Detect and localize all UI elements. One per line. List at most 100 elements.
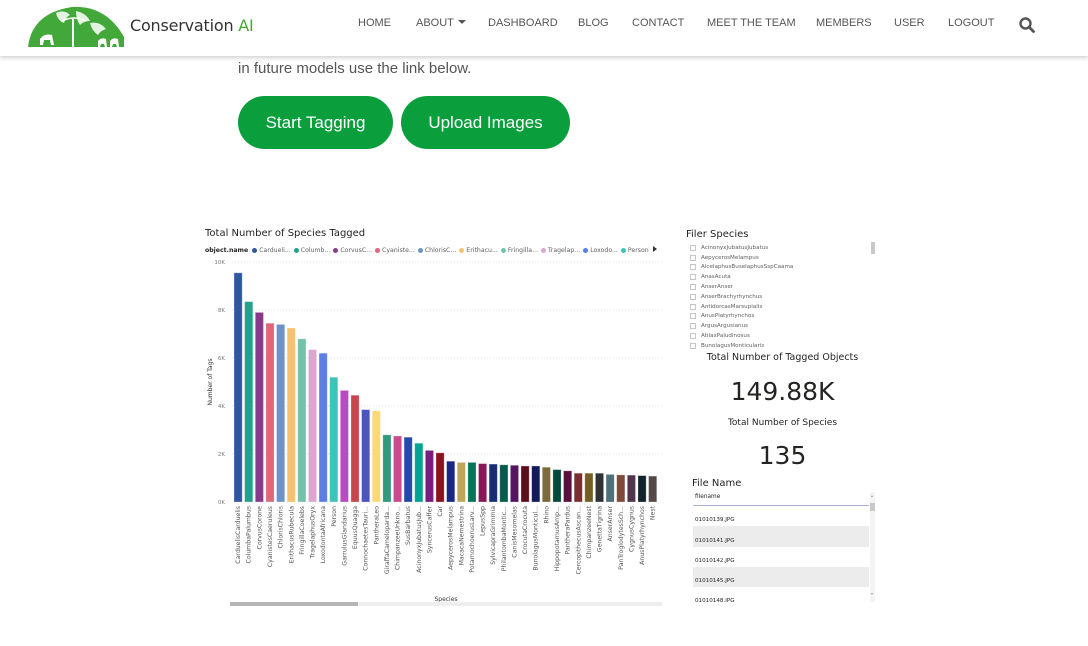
bar[interactable] — [552, 469, 562, 503]
chart-horizontal-scrollbar[interactable] — [230, 602, 662, 606]
nav-members[interactable]: MEMBERS — [816, 17, 872, 29]
bar[interactable] — [488, 463, 498, 503]
bar[interactable] — [456, 461, 466, 503]
bar[interactable] — [424, 449, 434, 503]
checkbox[interactable] — [690, 323, 696, 330]
nav-meet-the-team[interactable]: MEET THE TEAM — [707, 17, 796, 29]
checkbox[interactable] — [690, 264, 696, 271]
nav-dashboard[interactable]: DASHBOARD — [488, 17, 558, 29]
bar[interactable] — [297, 338, 307, 503]
bar[interactable] — [403, 436, 413, 503]
upload-images-button[interactable]: Upload Images — [401, 96, 570, 149]
legend-next-arrow-icon[interactable] — [653, 246, 657, 252]
bar[interactable] — [605, 473, 615, 503]
bar[interactable] — [382, 434, 392, 503]
legend-entry[interactable]: Columb... — [293, 247, 330, 254]
bar[interactable] — [265, 322, 275, 503]
legend-entry[interactable]: Cardueli... — [252, 247, 291, 254]
checkbox[interactable] — [690, 333, 696, 340]
start-tagging-button[interactable]: Start Tagging — [238, 96, 393, 149]
legend-entry[interactable]: Fringilla... — [500, 247, 538, 254]
filter-species-item[interactable]: AcinonyxJubatusJubatus — [690, 243, 870, 253]
filter-species-item[interactable]: AepycerosMelampus — [690, 253, 870, 263]
bar[interactable] — [637, 475, 647, 503]
legend-entry[interactable]: Tragelap... — [540, 247, 580, 254]
filter-species-item[interactable]: BunolagusMonticularis — [690, 341, 870, 349]
file-table-row[interactable]: 01010145.JPG — [693, 566, 869, 588]
checkbox[interactable] — [690, 274, 696, 281]
bar[interactable] — [541, 466, 551, 503]
filter-species-item[interactable]: ArgusArgusianus — [690, 321, 870, 331]
bar[interactable] — [286, 327, 296, 503]
brand-logo[interactable]: Conservation AI — [26, 3, 254, 47]
nav-contact[interactable]: CONTACT — [632, 17, 684, 29]
filter-species-item[interactable]: AnserBrachyrhynchus — [690, 292, 870, 302]
file-table-scrollbar[interactable] — [870, 492, 875, 602]
checkbox[interactable] — [690, 342, 696, 349]
filter-species-item[interactable]: AnserAnser — [690, 282, 870, 292]
bar[interactable] — [329, 376, 339, 503]
bar[interactable] — [414, 442, 424, 503]
filter-species-item[interactable]: AnasAcuta — [690, 272, 870, 282]
file-scrollbar-thumb[interactable] — [870, 503, 875, 511]
scroll-down-icon[interactable] — [871, 593, 873, 595]
file-table-row[interactable]: 01010139.JPG — [693, 506, 869, 526]
bar[interactable] — [276, 324, 286, 503]
checkbox[interactable] — [690, 313, 696, 320]
filter-species-item[interactable]: AntidorcasMarsupialis — [690, 302, 870, 312]
nav-about[interactable]: ABOUT — [416, 17, 466, 29]
filter-species-item[interactable]: AtilaxPaludinosus — [690, 331, 870, 341]
bar[interactable] — [350, 394, 360, 503]
checkbox[interactable] — [690, 303, 696, 310]
bar[interactable] — [233, 272, 243, 503]
scroll-up-icon[interactable] — [871, 495, 873, 497]
checkbox[interactable] — [690, 254, 696, 261]
bar[interactable] — [308, 349, 318, 503]
bar[interactable] — [446, 460, 456, 503]
bar[interactable] — [499, 464, 509, 503]
filter-species-item[interactable]: AnusPlatyrhynchos — [690, 312, 870, 322]
nav-home[interactable]: HOME — [358, 17, 391, 29]
bar[interactable] — [616, 474, 626, 503]
bar[interactable] — [584, 472, 594, 503]
bar[interactable] — [371, 410, 381, 503]
legend-entry[interactable]: Person — [620, 247, 649, 254]
bar[interactable] — [478, 463, 488, 503]
filter-species-item[interactable]: AlcelaphusBuselaphusSspCaama — [690, 263, 870, 273]
file-table-row[interactable]: 01010141.JPG — [693, 526, 869, 547]
bar[interactable] — [393, 435, 403, 503]
bar[interactable] — [361, 409, 371, 503]
bar[interactable] — [467, 461, 477, 503]
bar[interactable] — [595, 472, 605, 503]
bar[interactable] — [531, 465, 541, 503]
bar[interactable] — [648, 475, 658, 503]
nav-blog[interactable]: BLOG — [578, 17, 609, 29]
bar[interactable] — [339, 389, 349, 503]
bar[interactable] — [318, 352, 328, 503]
chart-scrollbar-thumb[interactable] — [230, 602, 358, 606]
nav-user[interactable]: USER — [894, 17, 925, 29]
bar[interactable] — [254, 312, 264, 503]
bar[interactable] — [626, 474, 636, 503]
nav-logout[interactable]: LOGOUT — [948, 17, 994, 29]
checkbox[interactable] — [690, 284, 696, 291]
bar[interactable] — [435, 452, 445, 503]
bar[interactable] — [563, 470, 573, 503]
legend-entry[interactable]: ChlorisC... — [417, 247, 456, 254]
search-icon[interactable] — [1018, 16, 1036, 34]
bar[interactable] — [244, 301, 254, 503]
checkbox[interactable] — [690, 293, 696, 300]
file-table-row[interactable]: 01010148.JPG — [693, 587, 869, 602]
legend-entry[interactable]: Erithacu... — [459, 247, 498, 254]
bar[interactable] — [520, 465, 530, 503]
legend-entry[interactable]: Loxodo... — [583, 247, 618, 254]
bar[interactable] — [509, 464, 519, 503]
file-table-row[interactable]: 01010142.JPG — [693, 547, 869, 567]
legend-entry[interactable]: Cyaniste... — [375, 247, 415, 254]
checkbox[interactable] — [690, 244, 696, 251]
bar[interactable] — [573, 472, 583, 503]
legend-entry[interactable]: CorvusC... — [333, 247, 372, 254]
legend-swatch — [540, 247, 546, 253]
filter-scrollbar[interactable] — [871, 242, 875, 254]
file-table-header[interactable]: filename — [693, 492, 869, 506]
